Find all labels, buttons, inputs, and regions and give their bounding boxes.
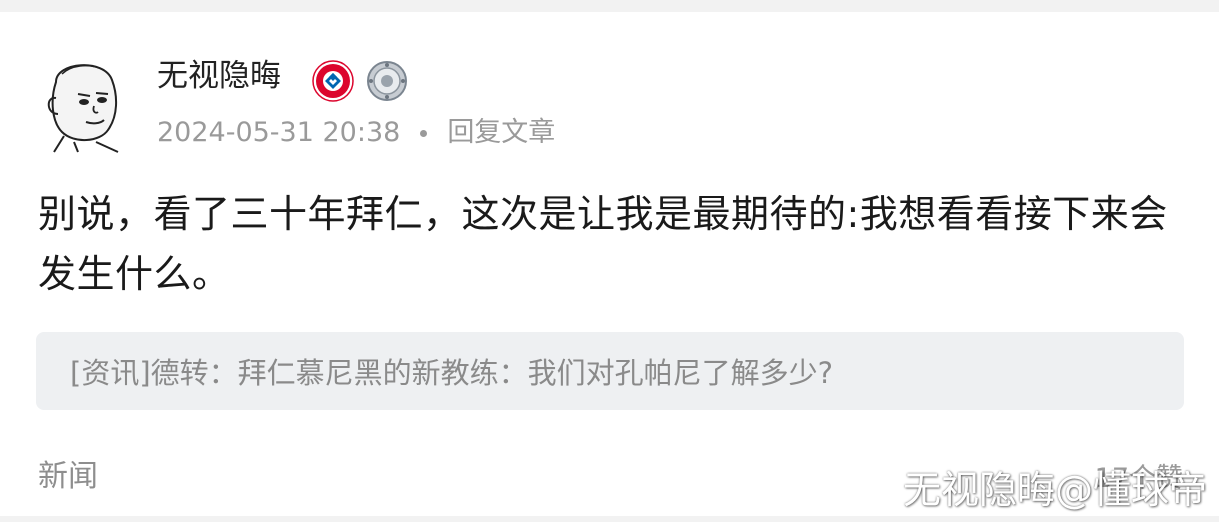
fc-bayern-badge-icon xyxy=(312,60,354,102)
watermark: 无视隐晦@懂球帝 xyxy=(902,468,1207,512)
post-content: 别说，看了三十年拜仁，这次是让我是最期待的:我想看看接下来会发生什么。 xyxy=(38,192,1168,296)
category-tag[interactable]: 新闻 xyxy=(38,456,98,498)
post-card: 无视隐晦 2024-05-31 20:38 回复文章 别说，看了三十年拜仁，这次… xyxy=(0,12,1219,516)
trophy-plate-badge-icon xyxy=(366,60,408,102)
post-timestamp: 2024-05-31 20:38 xyxy=(157,117,401,148)
post-meta: 2024-05-31 20:38 回复文章 xyxy=(157,114,555,152)
avatar-face-sketch-icon xyxy=(34,52,132,154)
reply-article-link[interactable]: 回复文章 xyxy=(447,114,555,152)
quoted-article-link[interactable]: [资讯]德转：拜仁慕尼黑的新教练：我们对孔帕尼了解多少? xyxy=(36,332,1184,410)
separator-dot xyxy=(420,129,428,137)
author-name[interactable]: 无视隐晦 xyxy=(157,54,281,98)
avatar[interactable] xyxy=(34,52,132,154)
